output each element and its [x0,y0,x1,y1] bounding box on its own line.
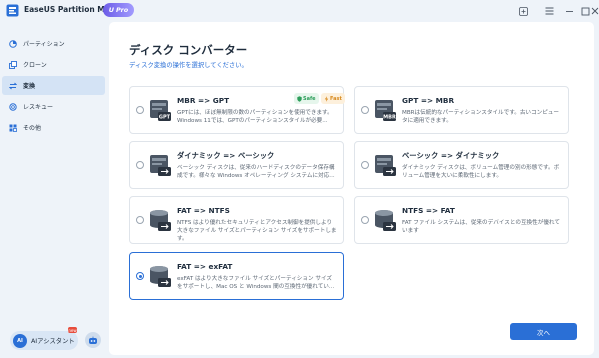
clone-icon [9,60,17,69]
page-title: ディスク コンバーター [129,43,248,57]
option-description: exFAT はより大きなファイル サイズとパーティション サイズをサポートし、M… [177,276,335,290]
svg-text:GPT: GPT [159,115,171,121]
option-description: ダイナミック ディスクは、ボリューム管理の別の形態です。ボリューム管理を大いに柔… [402,165,560,179]
more-icon [9,124,17,132]
sidebar: パーティション クローン 変換 レスキュー その他 [0,22,108,358]
minimize-icon[interactable] [561,3,577,19]
safe-badge: Safe [294,93,319,104]
pro-badge-label: Pro [116,6,129,14]
rescue-icon [9,102,17,111]
option-dynamic-to-basic[interactable]: ダイナミック => ベーシック ベーシック ディスクは、従来のハードディスクのデ… [129,141,344,189]
option-title: NTFS => FAT [402,206,455,215]
option-title: ダイナミック => ベーシック [177,151,275,160]
next-button[interactable]: 次へ [510,323,577,340]
sidebar-item-convert[interactable]: 変換 [2,76,105,95]
radio-button[interactable] [136,161,144,169]
shield-icon [297,95,302,102]
radio-button[interactable] [136,216,144,224]
sidebar-item-label: 変換 [23,83,36,90]
filesystem-convert-icon [150,210,171,231]
app-logo-icon [6,4,19,17]
option-fat-to-exfat[interactable]: FAT => exFAT exFAT はより大きなファイル サイズとパーティショ… [129,252,344,300]
option-description: GPTには、ほぼ無制限の数のパーティションを使用できます。Windows 11で… [177,110,333,124]
sidebar-item-label: その他 [23,125,42,132]
disk-convert-icon: MBR [375,100,396,121]
radio-button[interactable] [136,106,144,114]
option-basic-to-dynamic[interactable]: ベーシック => ダイナミック ダイナミック ディスクは、ボリューム管理の別の形… [354,141,569,189]
option-title: MBR => GPT [177,96,230,105]
option-gpt-to-mbr[interactable]: MBR GPT => MBR MBRは伝統的なパーティションスタイルです。古いコ… [354,86,569,134]
sidebar-item-label: クローン [23,62,47,69]
option-ntfs-to-fat[interactable]: NTFS => FAT FAT ファイル システムは、従来のデバイスとの互換性が… [354,196,569,244]
filesystem-convert-icon [150,266,171,287]
lightning-icon [324,95,329,102]
convert-icon [9,82,17,90]
feedback-icon[interactable] [515,3,531,19]
radio-button[interactable] [361,216,369,224]
ai-avatar-icon: AI [13,333,27,348]
option-fat-to-ntfs[interactable]: FAT => NTFS NTFS はより優れたセキュリティとアクセス制御を提供し… [129,196,344,244]
radio-button[interactable] [361,161,369,169]
option-description: FAT ファイル システムは、従来のデバイスとの互換性が優れています [402,220,560,234]
option-description: ベーシック ディスクは、従来のハードディスクのデータ保存構成です。様々な Win… [177,165,335,179]
svg-text:MBR: MBR [383,115,396,121]
radio-button[interactable] [136,272,144,280]
option-mbr-to-gpt[interactable]: GPT MBR => GPT Safe Fast GPTには、ほぼ無制限の数のパ… [129,86,345,134]
sidebar-item-more[interactable]: その他 [2,118,105,137]
fast-badge: Fast [321,93,345,104]
robot-icon[interactable] [85,332,101,348]
option-title: FAT => exFAT [177,262,233,271]
menu-icon[interactable] [541,3,557,19]
ai-assistant-label: AIアシスタント [31,338,75,345]
option-title: FAT => NTFS [177,206,230,215]
pro-badge-letter: U [108,6,115,14]
title-bar: EaseUS Partition Master U Pro [0,0,599,22]
new-badge: new [68,327,77,333]
ai-assistant-button[interactable]: AI AIアシスタント [10,331,78,350]
sidebar-item-label: レスキュー [23,104,54,111]
pro-badge[interactable]: U Pro [103,3,134,17]
disk-convert-icon [150,155,171,176]
option-title: GPT => MBR [402,96,455,105]
partition-icon [9,39,17,48]
option-description: NTFS はより優れたセキュリティとアクセス制御を提供しより大きなファイル サイ… [177,220,337,242]
option-title: ベーシック => ダイナミック [402,151,500,160]
sidebar-item-rescue[interactable]: レスキュー [2,97,105,116]
page-subtitle: ディスク変換の操作を選択してください。 [129,62,248,69]
sidebar-item-clone[interactable]: クローン [2,55,105,74]
option-description: MBRは伝統的なパーティションスタイルです。古いコンピュータに適用できます。 [402,110,559,124]
close-icon[interactable] [591,3,599,19]
disk-convert-icon: GPT [150,100,171,121]
disk-convert-icon [375,155,396,176]
radio-button[interactable] [361,106,369,114]
sidebar-item-label: パーティション [23,41,65,48]
sidebar-item-partition[interactable]: パーティション [2,34,105,53]
filesystem-convert-icon [375,210,396,231]
